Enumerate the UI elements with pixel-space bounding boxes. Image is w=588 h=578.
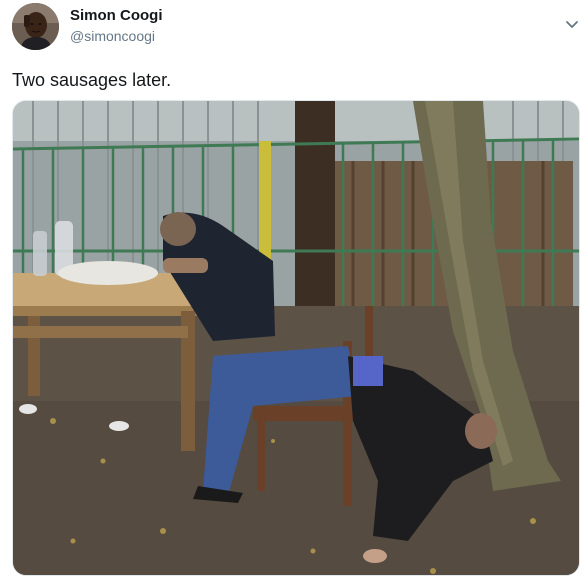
tweet-photo[interactable] (12, 100, 580, 576)
tweet-card: Simon Coogi @simoncoogi Two sausages lat… (0, 0, 588, 578)
author-handle[interactable]: @simoncoogi (70, 27, 155, 45)
avatar[interactable] (12, 3, 59, 50)
photo-scene (13, 101, 579, 575)
chevron-down-icon[interactable] (562, 14, 582, 34)
author-display-name[interactable]: Simon Coogi (70, 7, 163, 25)
avatar-image (12, 3, 59, 50)
tweet-text: Two sausages later. (12, 70, 172, 90)
